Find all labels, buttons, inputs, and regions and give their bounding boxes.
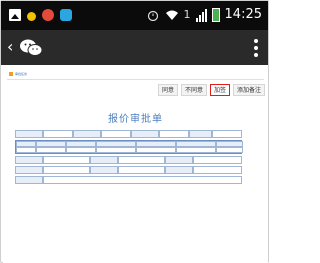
form-label-cell (131, 130, 159, 138)
form-label-cell (165, 166, 193, 174)
battery-icon (211, 7, 220, 22)
form-value-cell (101, 130, 131, 138)
table-row (16, 147, 243, 153)
form-label-cell (15, 156, 43, 164)
notification-dot-icon (27, 11, 36, 21)
form-value-cell (43, 176, 242, 184)
form-label-cell (15, 130, 43, 138)
breadcrumb-icon (9, 72, 13, 76)
breadcrumb-label: 审批任务 (15, 72, 28, 76)
table-cell (16, 147, 36, 153)
line-items-table (15, 140, 243, 154)
form-label-cell (90, 166, 118, 174)
phone-screen: 1 14:25 ‹ 审批任务 同意 不同意 加签 添加备注 报价审批单 (0, 0, 269, 263)
status-right: 1 14:25 (146, 7, 262, 22)
web-content: 审批任务 同意 不同意 加签 添加备注 报价审批单 (3, 65, 268, 263)
add-signer-button[interactable]: 加签 (209, 84, 230, 96)
table-cell (136, 147, 176, 153)
add-note-button[interactable]: 添加备注 (232, 84, 265, 96)
table-cell (96, 147, 136, 153)
form-row (15, 130, 242, 138)
reject-button[interactable]: 不同意 (180, 84, 207, 96)
approve-button[interactable]: 同意 (157, 84, 178, 96)
app-icon (60, 9, 72, 21)
form-value-cell (193, 166, 242, 174)
table-cell (216, 147, 243, 153)
app-icon (42, 9, 54, 21)
form-row (15, 156, 242, 164)
overflow-menu-icon[interactable] (254, 39, 258, 57)
wifi-icon (165, 10, 178, 20)
form-label-cell (15, 176, 43, 184)
approval-toolbar: 同意 不同意 加签 添加备注 (157, 84, 265, 96)
form-value-cell (43, 156, 90, 164)
form-label-cell (165, 156, 193, 164)
form-label-cell (73, 130, 101, 138)
status-bar: 1 14:25 (1, 1, 268, 30)
form-value-cell (118, 166, 165, 174)
divider (7, 79, 264, 80)
form-value-cell (212, 130, 242, 138)
form-value-cell (43, 130, 73, 138)
form-value-cell (118, 156, 165, 164)
signal-icon (195, 8, 207, 22)
wifi-label: 1 (183, 8, 191, 21)
table-cell (176, 147, 216, 153)
status-left (9, 9, 72, 21)
form-label-cell (189, 130, 212, 138)
form-row (15, 176, 242, 184)
back-button[interactable]: ‹ (7, 37, 13, 57)
table-cell (36, 147, 66, 153)
table-cell (66, 147, 96, 153)
form-value-cell (193, 156, 242, 164)
breadcrumb: 审批任务 (9, 72, 27, 76)
action-bar: ‹ (1, 30, 268, 65)
form-label-cell (90, 156, 118, 164)
alarm-icon (147, 10, 158, 21)
clock: 14:25 (224, 7, 262, 22)
form-label-cell (15, 166, 43, 174)
wechat-icon[interactable] (19, 38, 43, 58)
form-row (15, 166, 242, 174)
form-value-cell (159, 130, 189, 138)
form-value-cell (43, 166, 90, 174)
form-title: 报价审批单 (108, 114, 163, 125)
gallery-icon (9, 9, 21, 21)
quote-form (15, 130, 243, 184)
